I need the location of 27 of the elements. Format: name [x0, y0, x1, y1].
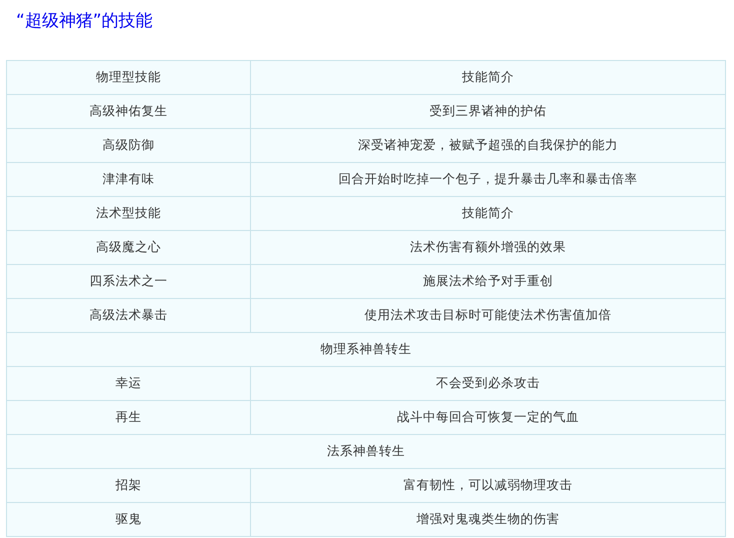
- table-cell: 津津有味: [6, 162, 250, 196]
- table-cell: 回合开始时吃掉一个包子，提升暴击几率和暴击倍率: [250, 162, 726, 196]
- group-header-cell: 法系神兽转生: [6, 434, 726, 468]
- table-cell: 再生: [6, 400, 250, 434]
- table-cell: 高级法术暴击: [6, 298, 250, 332]
- table-cell: 施展法术给予对手重创: [250, 264, 726, 298]
- table-cell: 高级神佑复生: [6, 94, 250, 128]
- section-title: “超级神猪”的技能: [16, 10, 153, 32]
- table-cell: 战斗中每回合可恢复一定的气血: [250, 400, 726, 434]
- table-cell: 富有韧性，可以减弱物理攻击: [250, 468, 726, 502]
- table-cell: 技能简介: [250, 60, 726, 94]
- table-cell: 增强对鬼魂类生物的伤害: [250, 502, 726, 536]
- table-cell: 高级魔之心: [6, 230, 250, 264]
- table-cell: 招架: [6, 468, 250, 502]
- table-cell: 法术伤害有额外增强的效果: [250, 230, 726, 264]
- table-cell: 不会受到必杀攻击: [250, 366, 726, 400]
- table-cell: 驱鬼: [6, 502, 250, 536]
- table-cell: 法术型技能: [6, 196, 250, 230]
- table-cell: 高级防御: [6, 128, 250, 162]
- table-cell: 深受诸神宠爱，被赋予超强的自我保护的能力: [250, 128, 726, 162]
- group-header-cell: 物理系神兽转生: [6, 332, 726, 366]
- table-cell: 四系法术之一: [6, 264, 250, 298]
- table-cell: 物理型技能: [6, 60, 250, 94]
- table-cell: 使用法术攻击目标时可能使法术伤害值加倍: [250, 298, 726, 332]
- table-cell: 受到三界诸神的护佑: [250, 94, 726, 128]
- table-cell: 幸运: [6, 366, 250, 400]
- table-cell: 技能简介: [250, 196, 726, 230]
